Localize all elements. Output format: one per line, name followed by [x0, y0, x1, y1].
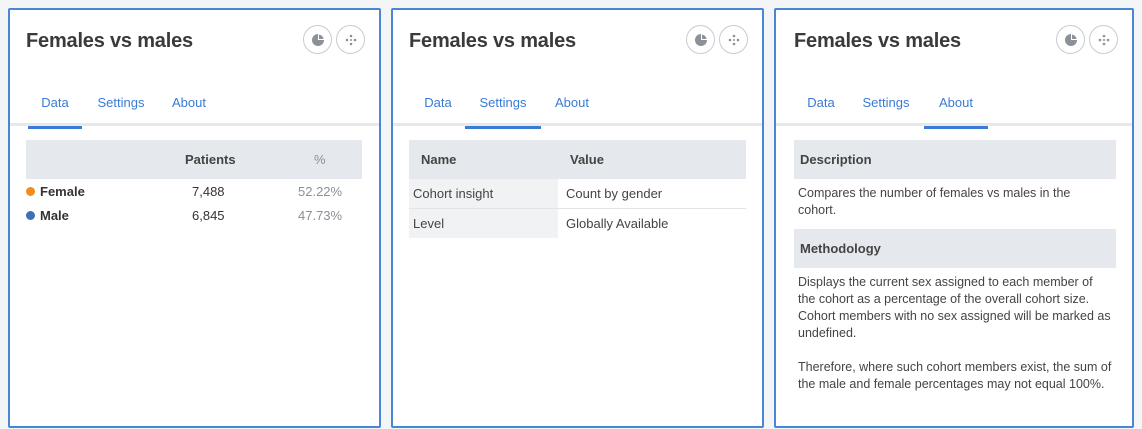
insight-card-data: Females vs males Data Settings About Pat…	[8, 8, 381, 428]
setting-name: Cohort insight	[409, 179, 558, 208]
data-table: Patients % Female 7,488 52.22% Male 6,84…	[26, 140, 362, 228]
card-title: Females vs males	[794, 30, 961, 52]
card-actions	[1056, 25, 1118, 54]
table-row: Female 7,488 52.22%	[26, 180, 362, 204]
scatter-icon	[345, 34, 356, 45]
setting-value: Globally Available	[566, 216, 669, 231]
table-row: Cohort insight Count by gender	[409, 179, 746, 209]
about-panel: Description Compares the number of femal…	[794, 140, 1116, 393]
tab-settings[interactable]: Settings	[465, 86, 541, 129]
pie-chart-icon	[1064, 33, 1077, 46]
tab-about[interactable]: About	[164, 86, 214, 126]
row-label: Female	[26, 184, 85, 199]
table-row: Level Globally Available	[409, 209, 746, 239]
tab-data[interactable]: Data	[28, 86, 82, 129]
setting-name: Level	[409, 209, 558, 238]
scatter-button[interactable]	[719, 25, 748, 54]
pie-chart-button[interactable]	[303, 25, 332, 54]
row-label: Male	[26, 208, 69, 223]
row-label-text: Female	[40, 184, 85, 199]
column-header-percent: %	[314, 152, 326, 167]
insight-card-about: Females vs males Data Settings About Des…	[774, 8, 1134, 428]
description-heading: Description	[794, 140, 1116, 179]
column-header-value: Value	[570, 152, 604, 167]
card-actions	[303, 25, 365, 54]
table-header: Patients %	[26, 140, 362, 179]
row-percent: 52.22%	[298, 184, 343, 199]
scatter-button[interactable]	[336, 25, 365, 54]
card-actions	[686, 25, 748, 54]
tab-bar: Data Settings About	[776, 86, 1132, 129]
tab-about[interactable]: About	[924, 86, 988, 129]
female-legend-dot	[26, 187, 35, 196]
table-header: Name Value	[409, 140, 746, 179]
scatter-icon	[1098, 34, 1109, 45]
tab-settings[interactable]: Settings	[854, 86, 918, 126]
tab-about[interactable]: About	[547, 86, 597, 126]
scatter-button[interactable]	[1089, 25, 1118, 54]
tab-bar: Data Settings About	[393, 86, 762, 129]
settings-table: Name Value Cohort insight Count by gende…	[409, 140, 746, 239]
tab-bar: Data Settings About	[10, 86, 379, 129]
column-header-name: Name	[421, 152, 457, 167]
row-percent: 47.73%	[298, 208, 343, 223]
methodology-heading: Methodology	[794, 229, 1116, 268]
pie-chart-button[interactable]	[1056, 25, 1085, 54]
methodology-text: Displays the current sex assigned to eac…	[798, 275, 1111, 340]
row-patients: 7,488	[192, 184, 225, 199]
male-legend-dot	[26, 211, 35, 220]
pie-chart-button[interactable]	[686, 25, 715, 54]
pie-chart-icon	[694, 33, 707, 46]
table-row: Male 6,845 47.73%	[26, 204, 362, 228]
pie-chart-icon	[311, 33, 324, 46]
setting-value: Count by gender	[566, 186, 663, 201]
row-patients: 6,845	[192, 208, 225, 223]
scatter-icon	[728, 34, 739, 45]
tab-settings[interactable]: Settings	[90, 86, 152, 126]
description-text: Compares the number of females vs males …	[798, 186, 1071, 217]
card-title: Females vs males	[26, 30, 193, 52]
tab-data[interactable]: Data	[794, 86, 848, 126]
card-title: Females vs males	[409, 30, 576, 52]
insight-card-settings: Females vs males Data Settings About Nam…	[391, 8, 764, 428]
methodology-text-note: Therefore, where such cohort members exi…	[798, 360, 1112, 391]
column-header-patients: Patients	[185, 152, 236, 167]
row-label-text: Male	[40, 208, 69, 223]
tab-data[interactable]: Data	[411, 86, 465, 126]
